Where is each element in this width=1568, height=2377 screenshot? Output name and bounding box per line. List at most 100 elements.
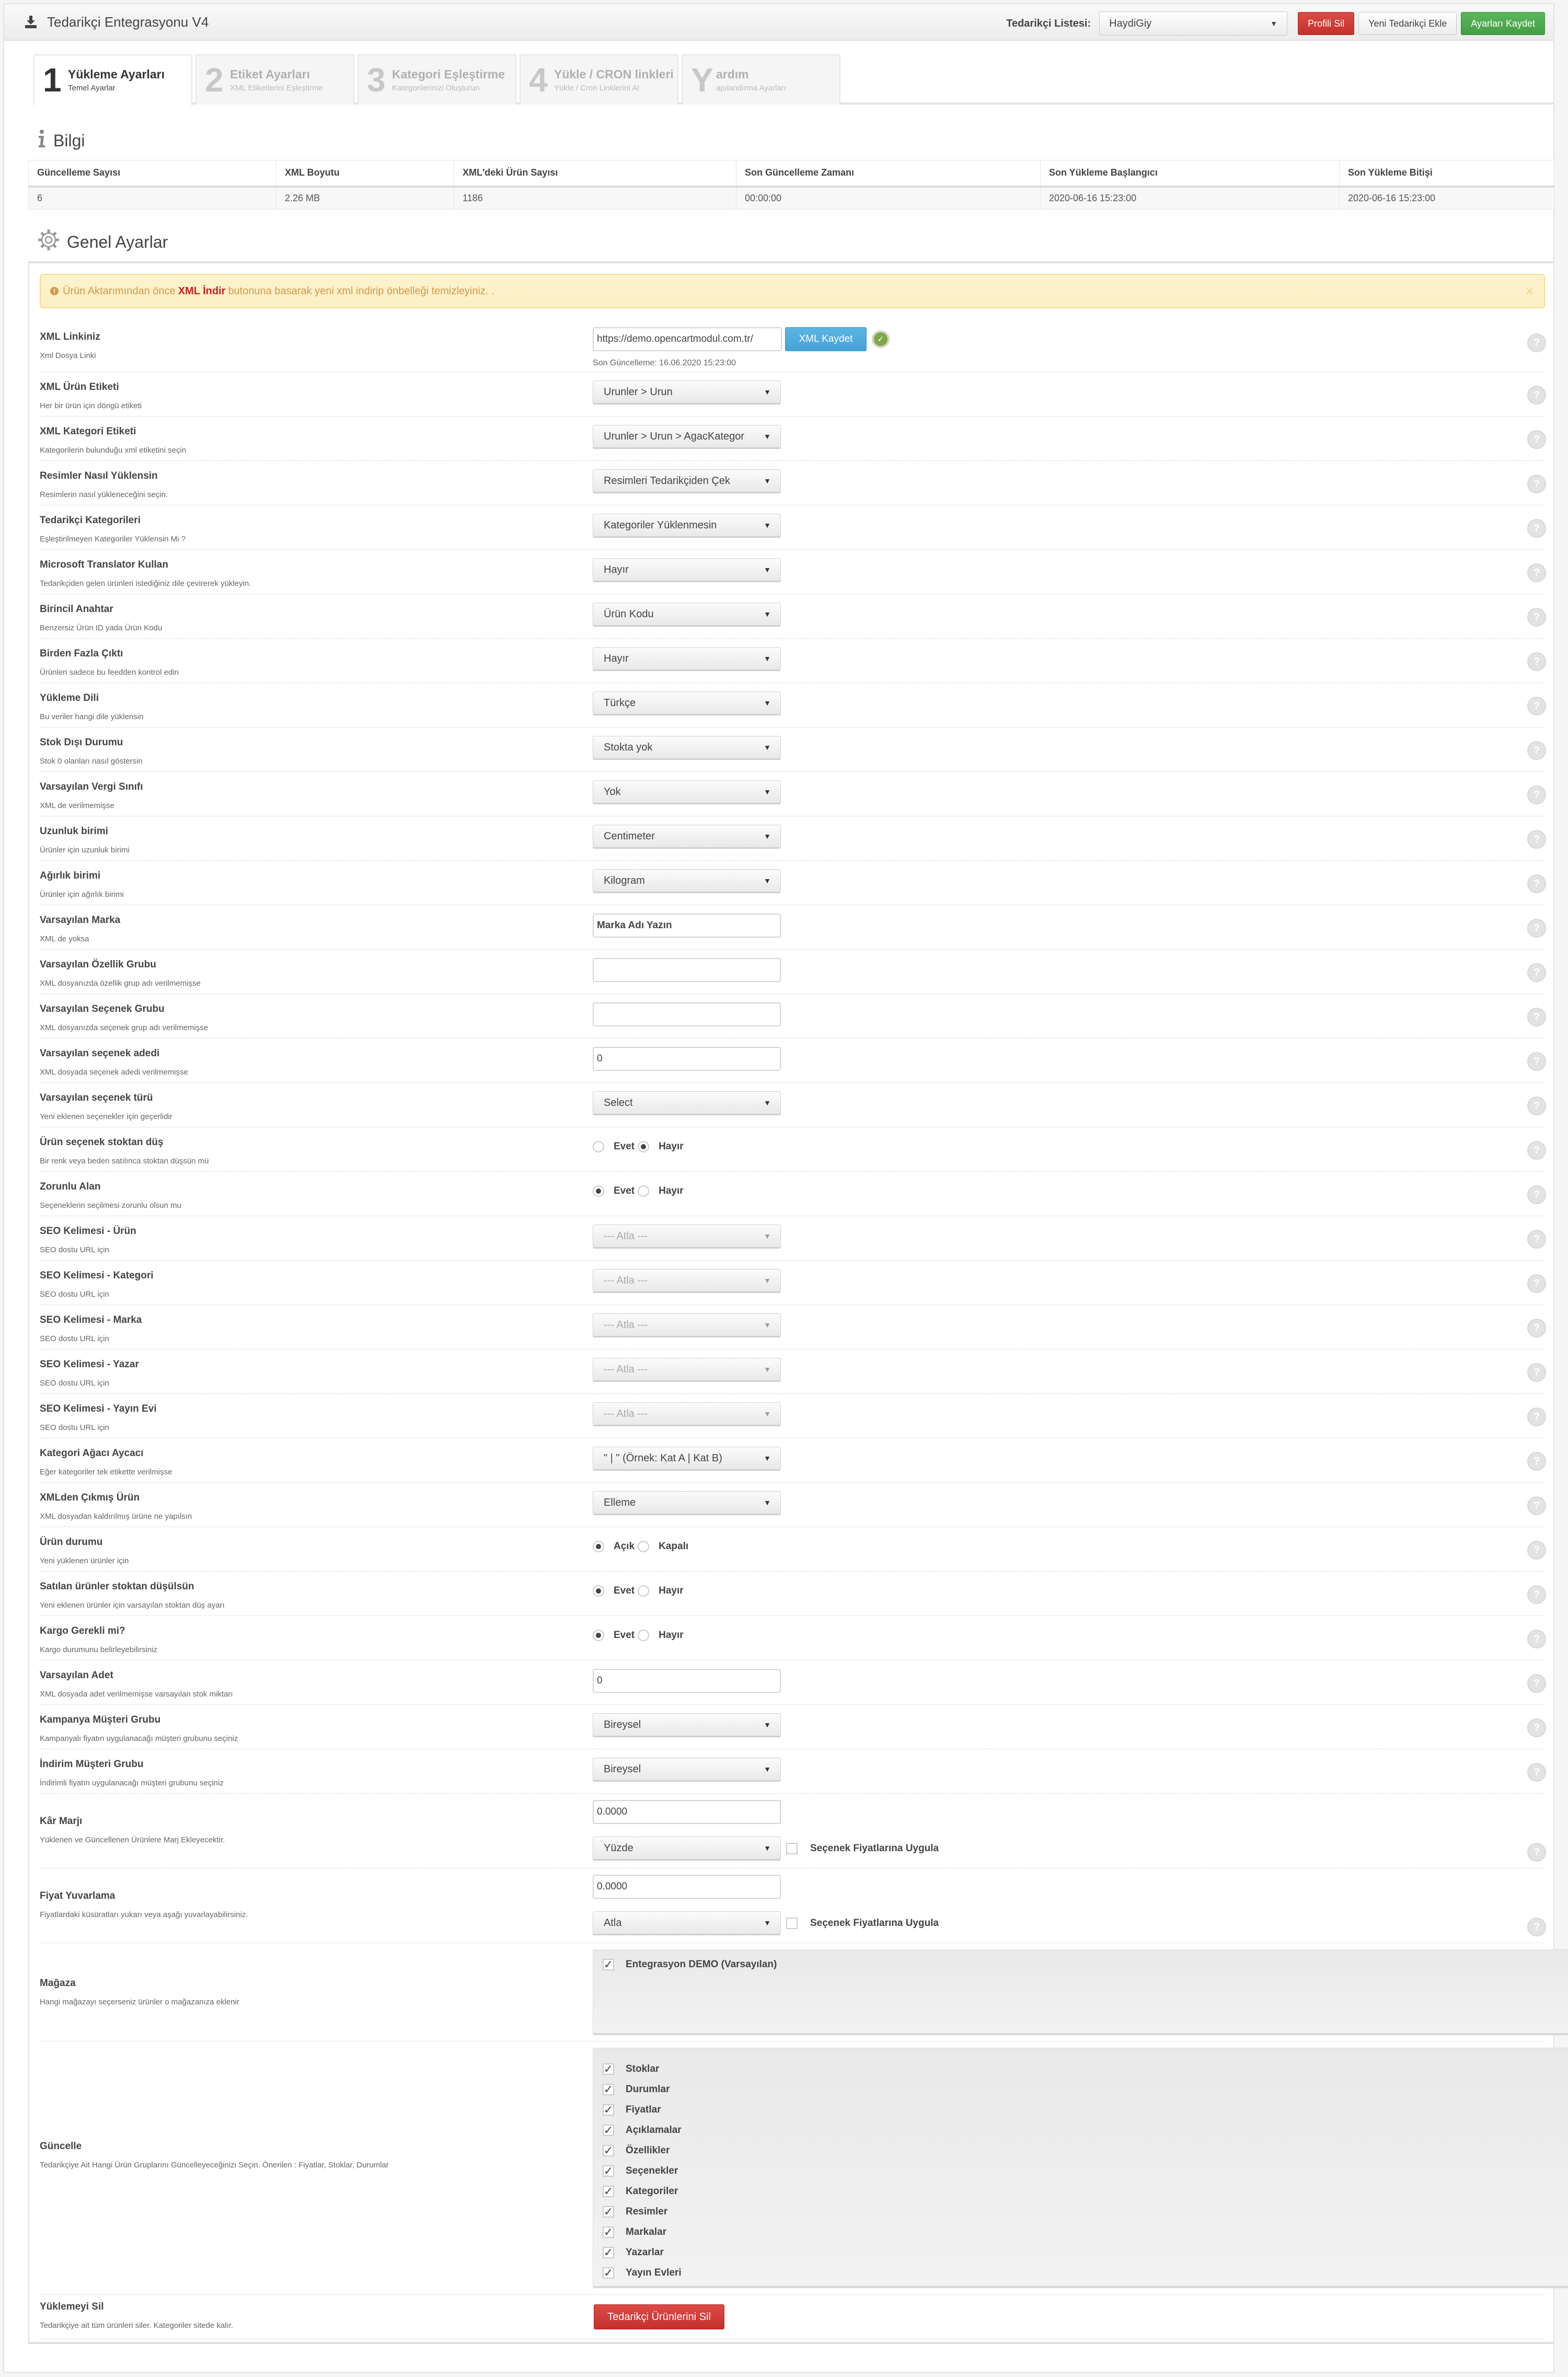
checkbox-checked[interactable]: ✓	[603, 2164, 614, 2177]
help-icon[interactable]: ?	[1527, 1319, 1546, 1337]
help-icon[interactable]: ?	[1527, 1363, 1546, 1382]
help-icon[interactable]: ?	[1527, 741, 1546, 760]
price-rounding-mode-select[interactable]: Atla ▼	[593, 1911, 781, 1935]
setting-select[interactable]: --- Atla --- ▼	[593, 1225, 781, 1249]
apply-options-checkbox[interactable]	[786, 1843, 798, 1854]
help-icon[interactable]: ?	[1527, 608, 1546, 627]
setting-select[interactable]: Centimeter ▼	[593, 825, 781, 849]
update-item[interactable]: ✓ Stoklar	[603, 2059, 1565, 2079]
checkbox-checked[interactable]: ✓	[603, 2225, 614, 2238]
help-icon[interactable]: ?	[1527, 1918, 1546, 1936]
tab-help[interactable]: Y ardım apılandırma Ayarları	[682, 54, 840, 105]
delete-profile-button[interactable]: Profili Sil	[1298, 12, 1355, 35]
checkbox-checked[interactable]: ✓	[603, 2062, 614, 2075]
radio-button[interactable]	[638, 1141, 650, 1152]
update-item[interactable]: ✓ Seçenekler	[603, 2161, 1565, 2181]
radio-button[interactable]	[638, 1185, 650, 1197]
tab-cron-links[interactable]: 4 Yükle / CRON linkleri Yükle / Cron Link…	[520, 54, 678, 105]
checkbox-checked[interactable]: ✓	[603, 2205, 614, 2218]
help-icon[interactable]: ?	[1527, 919, 1546, 938]
help-icon[interactable]: ?	[1527, 475, 1546, 493]
help-icon[interactable]: ?	[1527, 652, 1546, 671]
help-icon[interactable]: ?	[1527, 874, 1546, 893]
setting-select[interactable]: Elleme ▼	[593, 1491, 781, 1515]
setting-input[interactable]	[593, 1002, 781, 1026]
xml-link-input[interactable]: https://demo.opencartmodul.com.tr/	[593, 327, 782, 351]
help-icon[interactable]: ?	[1527, 333, 1546, 352]
help-icon[interactable]: ?	[1527, 1230, 1546, 1249]
update-item[interactable]: ✓ Yayın Evleri	[603, 2263, 1565, 2283]
add-supplier-button[interactable]: Yeni Tedarikçi Ekle	[1358, 12, 1457, 35]
help-icon[interactable]: ?	[1527, 1008, 1546, 1026]
setting-select[interactable]: Select ▼	[593, 1091, 781, 1115]
setting-select[interactable]: Stokta yok ▼	[593, 736, 781, 760]
update-item[interactable]: ✓ Özellikler	[603, 2140, 1565, 2161]
radio-button[interactable]	[638, 1585, 650, 1597]
setting-input[interactable]: 0	[593, 1047, 781, 1071]
help-icon[interactable]: ?	[1527, 1541, 1546, 1560]
update-item[interactable]: ✓ Markalar	[603, 2222, 1565, 2242]
radio-button[interactable]	[593, 1185, 604, 1197]
apply-options-checkbox[interactable]	[786, 1918, 798, 1929]
checkbox-checked[interactable]: ✓	[603, 2124, 614, 2137]
setting-select[interactable]: Kilogram ▼	[593, 869, 781, 893]
help-icon[interactable]: ?	[1527, 786, 1546, 804]
help-icon[interactable]: ?	[1527, 386, 1546, 405]
radio-button[interactable]	[593, 1141, 604, 1152]
setting-select[interactable]: Ürün Kodu ▼	[593, 603, 781, 627]
help-icon[interactable]: ?	[1527, 519, 1546, 538]
radio-button[interactable]	[638, 1541, 650, 1552]
setting-select[interactable]: Hayır ▼	[593, 647, 781, 671]
setting-select[interactable]: Bireysel ▼	[593, 1713, 781, 1737]
radio-button[interactable]	[593, 1541, 604, 1552]
help-icon[interactable]: ?	[1527, 830, 1546, 849]
help-icon[interactable]: ?	[1527, 1496, 1546, 1515]
setting-select[interactable]: Türkçe ▼	[593, 691, 781, 716]
help-icon[interactable]: ?	[1527, 1630, 1546, 1648]
help-icon[interactable]: ?	[1527, 430, 1546, 449]
update-item[interactable]: ✓ Açıklamalar	[603, 2120, 1565, 2140]
setting-select[interactable]: Urunler > Urun > AgacKategor ▼	[593, 425, 781, 449]
checkbox-checked[interactable]: ✓	[603, 2266, 614, 2279]
setting-select[interactable]: Urunler > Urun ▼	[593, 380, 781, 405]
setting-select[interactable]: Kategoriler Yüklenmesin ▼	[593, 514, 781, 538]
profit-margin-input[interactable]: 0.0000	[593, 1800, 781, 1824]
help-icon[interactable]: ?	[1527, 1843, 1546, 1862]
tab-category-mapping[interactable]: 3 Kategori Eşleştirme Kategorilerinizi Ol…	[358, 54, 516, 105]
help-icon[interactable]: ?	[1527, 563, 1546, 582]
setting-select[interactable]: Yok ▼	[593, 780, 781, 804]
price-rounding-input[interactable]: 0.0000	[593, 1875, 781, 1899]
help-icon[interactable]: ?	[1527, 1585, 1546, 1604]
setting-input[interactable]: Marka Adı Yazın	[593, 914, 781, 938]
tab-tag-settings[interactable]: 2 Etiket Ayarları XML Etiketlerini Eşleşt…	[195, 54, 354, 105]
update-item[interactable]: ✓ Durumlar	[603, 2079, 1565, 2099]
save-settings-button[interactable]: Ayarları Kaydet	[1461, 12, 1545, 35]
update-item[interactable]: ✓ Kategoriler	[603, 2181, 1565, 2201]
update-item[interactable]: ✓ Fiyatlar	[603, 2099, 1565, 2120]
setting-select[interactable]: --- Atla --- ▼	[593, 1358, 781, 1382]
radio-button[interactable]	[593, 1630, 604, 1641]
checkbox-checked[interactable]: ✓	[603, 2144, 614, 2157]
supplier-select[interactable]: HaydiGiy ▼	[1099, 11, 1288, 36]
checkbox-checked[interactable]: ✓	[603, 2246, 614, 2259]
help-icon[interactable]: ?	[1527, 1141, 1546, 1160]
checkbox-checked[interactable]: ✓	[603, 2185, 614, 2198]
setting-select[interactable]: Bireysel ▼	[593, 1758, 781, 1782]
help-icon[interactable]: ?	[1527, 1763, 1546, 1782]
setting-select[interactable]: Resimleri Tedarikçiden Çek ▼	[593, 469, 781, 493]
update-item[interactable]: ✓ Resimler	[603, 2201, 1565, 2222]
setting-select[interactable]: Hayır ▼	[593, 558, 781, 582]
setting-input[interactable]	[593, 958, 781, 982]
help-icon[interactable]: ?	[1527, 1674, 1546, 1693]
setting-select[interactable]: --- Atla --- ▼	[593, 1402, 781, 1426]
help-icon[interactable]: ?	[1527, 963, 1546, 982]
help-icon[interactable]: ?	[1527, 697, 1546, 716]
radio-button[interactable]	[593, 1585, 604, 1597]
update-item[interactable]: ✓ Yazarlar	[603, 2242, 1565, 2263]
delete-supplier-products-button[interactable]: Tedarikçi Ürünlerini Sil	[594, 2304, 724, 2329]
close-icon[interactable]: ×	[1526, 283, 1534, 299]
store-item[interactable]: ✓ Entegrasyon DEMO (Varsayılan)	[603, 1954, 1565, 1975]
checkbox-checked[interactable]: ✓	[603, 2103, 614, 2116]
help-icon[interactable]: ?	[1527, 1185, 1546, 1204]
help-icon[interactable]: ?	[1527, 1097, 1546, 1115]
